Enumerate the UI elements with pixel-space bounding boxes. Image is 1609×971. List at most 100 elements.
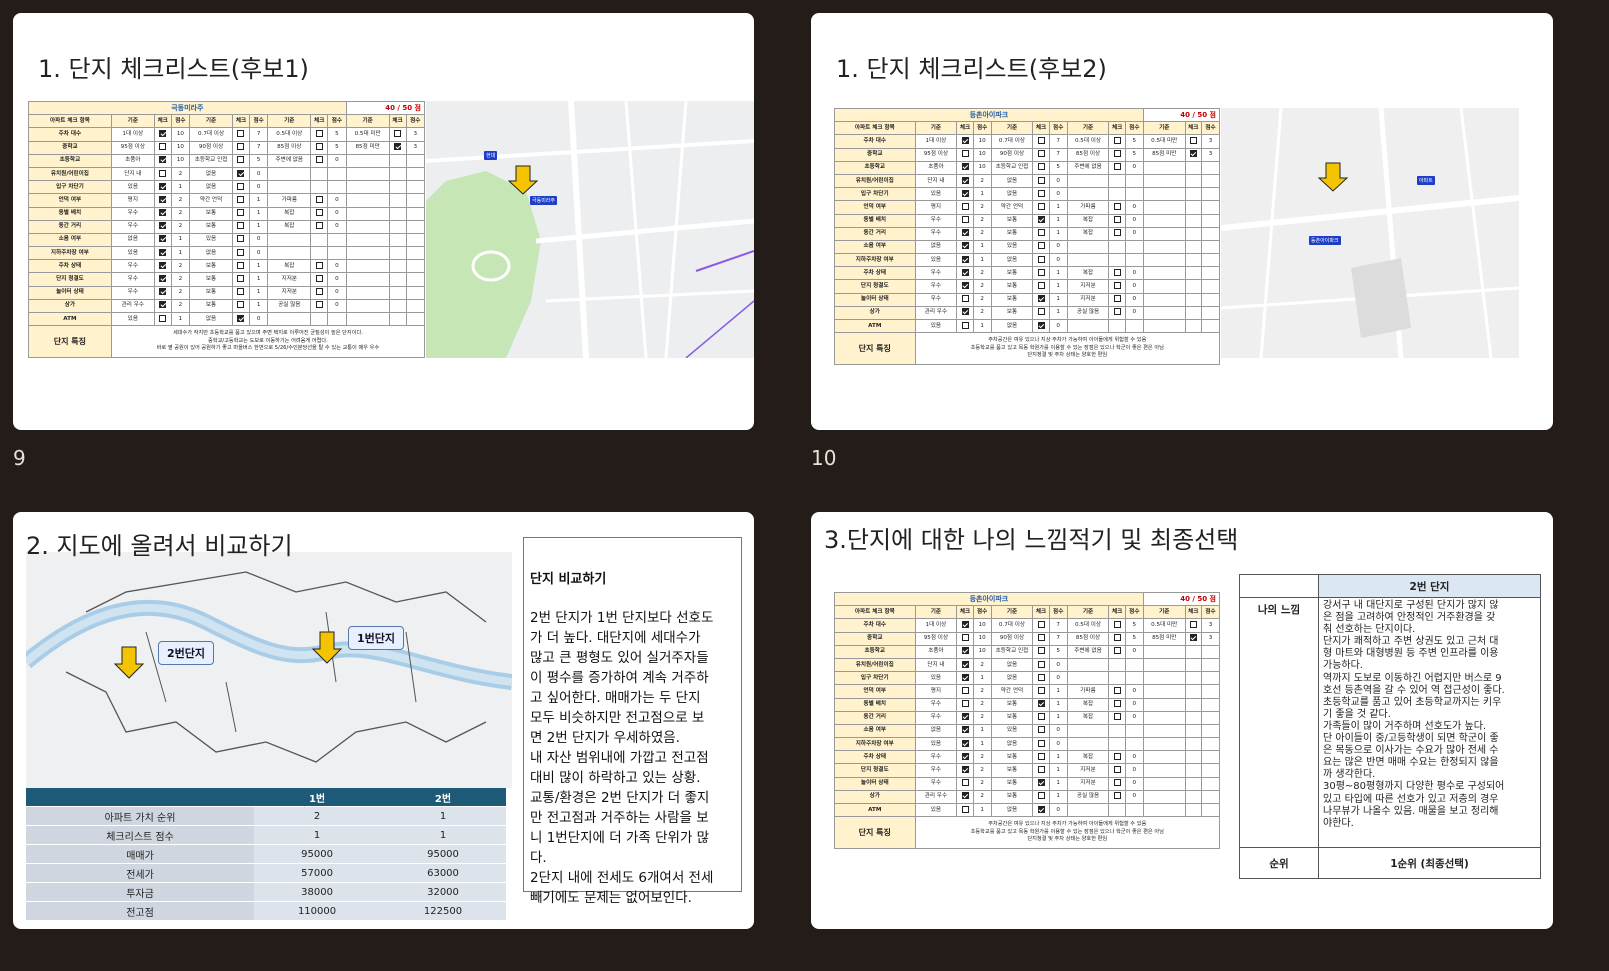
- checkbox-unchecked[interactable]: [1113, 713, 1121, 721]
- checkbox-unchecked[interactable]: [315, 195, 323, 203]
- checkbox-unchecked[interactable]: [1037, 150, 1045, 158]
- checkbox-unchecked[interactable]: [315, 209, 323, 217]
- checkbox-checked[interactable]: [1037, 321, 1045, 329]
- checkbox-unchecked[interactable]: [237, 235, 245, 243]
- checkbox-unchecked[interactable]: [1037, 713, 1045, 721]
- checkbox-unchecked[interactable]: [1113, 308, 1121, 316]
- checkbox-unchecked[interactable]: [961, 321, 969, 329]
- checkbox-unchecked[interactable]: [1037, 202, 1045, 210]
- checkbox-unchecked[interactable]: [237, 275, 245, 283]
- checkbox-unchecked[interactable]: [159, 314, 167, 322]
- checkbox-unchecked[interactable]: [1037, 308, 1045, 316]
- checkbox-checked[interactable]: [961, 229, 969, 237]
- checkbox-checked[interactable]: [961, 726, 969, 734]
- checkbox-checked[interactable]: [159, 248, 167, 256]
- checkbox-unchecked[interactable]: [237, 143, 245, 151]
- checkbox-checked[interactable]: [961, 739, 969, 747]
- checkbox-checked[interactable]: [961, 766, 969, 774]
- checkbox-checked[interactable]: [961, 255, 969, 263]
- checkbox-unchecked[interactable]: [961, 779, 969, 787]
- checkbox-checked[interactable]: [159, 288, 167, 296]
- checkbox-unchecked[interactable]: [1113, 700, 1121, 708]
- checkbox-checked[interactable]: [961, 242, 969, 250]
- checkbox-unchecked[interactable]: [1113, 163, 1121, 171]
- checkbox-unchecked[interactable]: [237, 248, 245, 256]
- checkbox-unchecked[interactable]: [315, 143, 323, 151]
- checkbox-checked[interactable]: [237, 169, 245, 177]
- checkbox-unchecked[interactable]: [1037, 739, 1045, 747]
- checkbox-unchecked[interactable]: [961, 202, 969, 210]
- checkbox-checked[interactable]: [1037, 779, 1045, 787]
- checkbox-checked[interactable]: [1037, 700, 1045, 708]
- checkbox-unchecked[interactable]: [1113, 766, 1121, 774]
- checkbox-unchecked[interactable]: [315, 129, 323, 137]
- checkbox-unchecked[interactable]: [394, 129, 402, 137]
- checkbox-checked[interactable]: [961, 792, 969, 800]
- checkbox-unchecked[interactable]: [1037, 660, 1045, 668]
- checkbox-unchecked[interactable]: [1037, 752, 1045, 760]
- checkbox-unchecked[interactable]: [1113, 686, 1121, 694]
- checkbox-unchecked[interactable]: [1113, 295, 1121, 303]
- checkbox-checked[interactable]: [961, 136, 969, 144]
- checkbox-unchecked[interactable]: [961, 295, 969, 303]
- checkbox-checked[interactable]: [159, 195, 167, 203]
- checkbox-unchecked[interactable]: [961, 150, 969, 158]
- checkbox-checked[interactable]: [159, 261, 167, 269]
- checkbox-unchecked[interactable]: [1037, 673, 1045, 681]
- checkbox-unchecked[interactable]: [1037, 726, 1045, 734]
- checkbox-checked[interactable]: [1189, 150, 1197, 158]
- checkbox-unchecked[interactable]: [315, 288, 323, 296]
- checkbox-unchecked[interactable]: [237, 209, 245, 217]
- checkbox-unchecked[interactable]: [159, 143, 167, 151]
- checkbox-unchecked[interactable]: [961, 634, 969, 642]
- checkbox-checked[interactable]: [159, 156, 167, 164]
- checkbox-checked[interactable]: [961, 752, 969, 760]
- checkbox-checked[interactable]: [1037, 805, 1045, 813]
- checkbox-unchecked[interactable]: [1113, 634, 1121, 642]
- checkbox-unchecked[interactable]: [315, 301, 323, 309]
- checkbox-checked[interactable]: [159, 209, 167, 217]
- checkbox-unchecked[interactable]: [315, 275, 323, 283]
- checkbox-unchecked[interactable]: [1113, 779, 1121, 787]
- checkbox-checked[interactable]: [961, 308, 969, 316]
- checkbox-checked[interactable]: [961, 660, 969, 668]
- checkbox-checked[interactable]: [159, 301, 167, 309]
- checkbox-checked[interactable]: [961, 268, 969, 276]
- checkbox-checked[interactable]: [961, 189, 969, 197]
- checkbox-unchecked[interactable]: [1113, 202, 1121, 210]
- checkbox-unchecked[interactable]: [1113, 647, 1121, 655]
- checkbox-checked[interactable]: [1037, 295, 1045, 303]
- checkbox-unchecked[interactable]: [237, 156, 245, 164]
- checkbox-unchecked[interactable]: [961, 700, 969, 708]
- checkbox-unchecked[interactable]: [237, 222, 245, 230]
- slide-12[interactable]: 3.단지에 대한 나의 느낌적기 및 최종선택 등촌아이파크 40 / 50 점아…: [811, 512, 1553, 929]
- checkbox-unchecked[interactable]: [961, 805, 969, 813]
- checkbox-unchecked[interactable]: [1037, 242, 1045, 250]
- checkbox-unchecked[interactable]: [237, 261, 245, 269]
- checkbox-unchecked[interactable]: [237, 182, 245, 190]
- checkbox-unchecked[interactable]: [237, 195, 245, 203]
- checkbox-checked[interactable]: [159, 129, 167, 137]
- checkbox-unchecked[interactable]: [315, 156, 323, 164]
- checkbox-unchecked[interactable]: [1037, 686, 1045, 694]
- checkbox-unchecked[interactable]: [1037, 176, 1045, 184]
- checkbox-unchecked[interactable]: [1189, 136, 1197, 144]
- checkbox-unchecked[interactable]: [1037, 792, 1045, 800]
- checkbox-checked[interactable]: [961, 673, 969, 681]
- checkbox-unchecked[interactable]: [961, 216, 969, 224]
- checkbox-checked[interactable]: [394, 143, 402, 151]
- checkbox-unchecked[interactable]: [159, 169, 167, 177]
- slide-10[interactable]: 1. 단지 체크리스트(후보2) 등촌아이파크 40 / 50 점 아파트 체크 항…: [811, 13, 1553, 430]
- checkbox-unchecked[interactable]: [1189, 620, 1197, 628]
- checkbox-unchecked[interactable]: [1037, 766, 1045, 774]
- checkbox-unchecked[interactable]: [1037, 620, 1045, 628]
- checkbox-checked[interactable]: [1189, 634, 1197, 642]
- checkbox-unchecked[interactable]: [961, 686, 969, 694]
- checkbox-checked[interactable]: [1037, 216, 1045, 224]
- checkbox-unchecked[interactable]: [1113, 150, 1121, 158]
- checkbox-unchecked[interactable]: [1113, 792, 1121, 800]
- checkbox-unchecked[interactable]: [1113, 282, 1121, 290]
- checkbox-checked[interactable]: [237, 314, 245, 322]
- checkbox-checked[interactable]: [159, 222, 167, 230]
- checkbox-checked[interactable]: [961, 282, 969, 290]
